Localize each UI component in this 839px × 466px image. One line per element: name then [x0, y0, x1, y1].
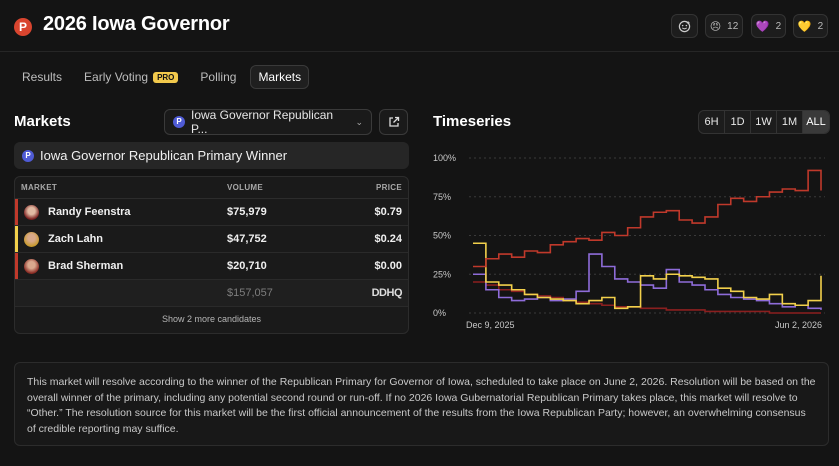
yellow-heart-icon: 💛 [797, 20, 812, 33]
markets-heading: Markets [14, 113, 71, 130]
candidate-color-bar [15, 253, 18, 279]
x-tick-label: Dec 9, 2025 [466, 320, 515, 330]
market-name: Iowa Governor Republican Primary Winner [40, 148, 288, 163]
candidate-name: Zach Lahn [48, 233, 104, 245]
range-1d-button[interactable]: 1D [725, 111, 751, 133]
page-header: P 2026 Iowa Governor 😠 12 💜 2 💛 2 [0, 0, 839, 52]
show-more-button[interactable]: Show 2 more candidates [15, 307, 408, 331]
range-1m-button[interactable]: 1M [777, 111, 803, 133]
timeseries-heading: Timeseries [433, 113, 512, 130]
column-market: MARKET [21, 183, 58, 192]
angry-emoji-icon: 😠 [709, 20, 722, 33]
range-1w-button[interactable]: 1W [751, 111, 777, 133]
candidate-volume: $75,979 [227, 206, 267, 218]
total-row: $157,057 DDHQ [15, 280, 408, 307]
y-tick-label: 25% [433, 269, 451, 279]
chevron-down-icon: ⌄ [355, 116, 363, 127]
table-row[interactable]: Zach Lahn $47,752 $0.24 [15, 226, 408, 253]
table-header: MARKET VOLUME PRICE [15, 177, 408, 199]
y-tick-label: 100% [433, 153, 456, 163]
purple-heart-icon: 💜 [755, 20, 770, 33]
candidate-price: $0.24 [374, 233, 402, 245]
series-line [473, 169, 822, 268]
reaction-angry-button[interactable]: 😠 12 [705, 14, 743, 38]
open-external-button[interactable] [379, 109, 408, 135]
reaction-count: 2 [775, 20, 782, 32]
reaction-count: 12 [727, 20, 739, 32]
ddhq-logo: DDHQ [371, 287, 403, 299]
tab-early-voting[interactable]: Early Voting PRO [76, 65, 186, 89]
avatar [24, 231, 39, 247]
total-volume: $157,057 [227, 287, 273, 299]
reaction-add-button[interactable] [671, 14, 698, 38]
avatar [24, 204, 39, 220]
y-tick-label: 50% [433, 231, 451, 241]
reaction-yellow-heart-button[interactable]: 💛 2 [793, 14, 828, 38]
x-tick-label: Jun 2, 2026 [775, 320, 822, 330]
pro-badge: PRO [153, 71, 179, 83]
y-tick-label: 75% [433, 192, 451, 202]
range-6h-button[interactable]: 6H [699, 111, 725, 133]
tab-polling[interactable]: Polling [192, 65, 244, 89]
market-description: This market will resolve according to th… [14, 362, 829, 446]
timeseries-chart: 100% 75% 50% 25% 0% Dec 9, 2025 Jun 2, 2026 [433, 153, 825, 330]
range-all-button[interactable]: ALL [803, 111, 829, 133]
market-select-value: Iowa Governor Republican P... [191, 108, 334, 136]
market-select-dropdown[interactable]: P Iowa Governor Republican P... ⌄ [164, 108, 372, 136]
reaction-purple-heart-button[interactable]: 💜 2 [751, 14, 786, 38]
table-row[interactable]: Brad Sherman $20,710 $0.00 [15, 253, 408, 280]
time-range-selector: 6H 1D 1W 1M ALL [698, 110, 830, 134]
polymarket-icon: P [22, 149, 34, 162]
avatar [24, 258, 39, 274]
y-tick-label: 0% [433, 308, 446, 318]
column-volume: VOLUME [227, 183, 264, 192]
candidate-name: Brad Sherman [48, 260, 124, 272]
app-logo: P [14, 18, 32, 36]
market-name-bar: P Iowa Governor Republican Primary Winne… [14, 142, 409, 169]
candidate-price: $0.00 [374, 260, 402, 272]
column-price: PRICE [376, 183, 402, 192]
external-link-icon [388, 116, 399, 127]
section-tabs: Results Early Voting PRO Polling Markets [14, 65, 310, 89]
reaction-count: 2 [817, 20, 824, 32]
candidate-volume: $47,752 [227, 233, 267, 245]
candidate-price: $0.79 [374, 206, 402, 218]
smiley-icon [678, 20, 691, 32]
candidate-color-bar [15, 226, 18, 252]
candidate-volume: $20,710 [227, 260, 267, 272]
page-title: 2026 Iowa Governor [43, 13, 230, 35]
candidate-name: Randy Feenstra [48, 206, 131, 218]
series-line [473, 253, 822, 310]
tab-results[interactable]: Results [14, 65, 70, 89]
markets-table: MARKET VOLUME PRICE Randy Feenstra $75,9… [14, 176, 409, 334]
candidate-color-bar [15, 199, 18, 225]
tab-markets[interactable]: Markets [250, 65, 310, 89]
table-row[interactable]: Randy Feenstra $75,979 $0.79 [15, 199, 408, 226]
polymarket-icon: P [173, 116, 185, 128]
